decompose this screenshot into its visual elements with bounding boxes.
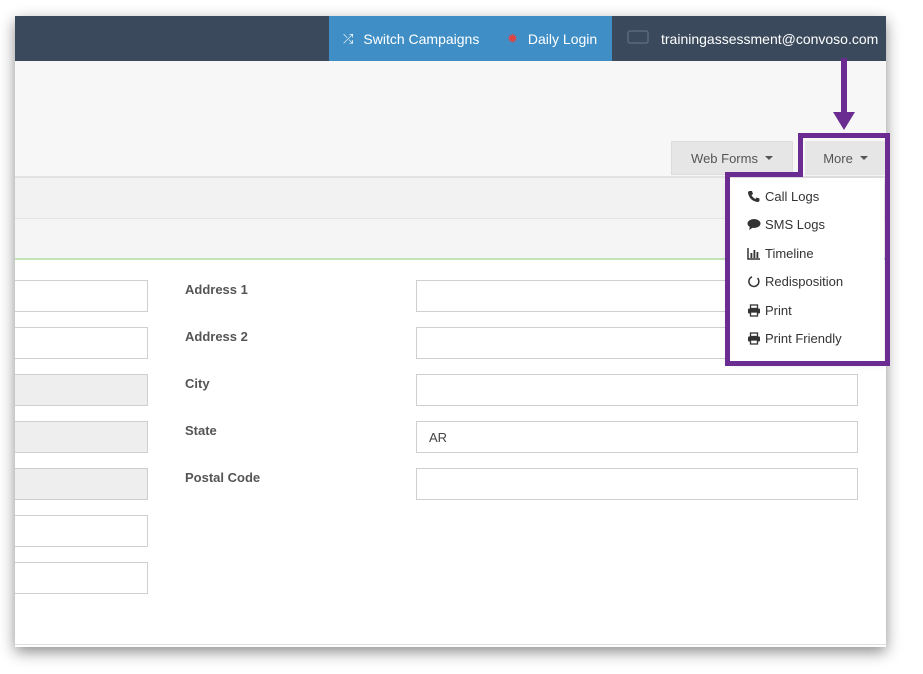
city-label: City	[185, 376, 210, 391]
state-value: AR	[429, 430, 448, 445]
postal-code-label: Postal Code	[185, 470, 261, 485]
left-field-6[interactable]	[15, 515, 148, 547]
left-field-3	[15, 374, 148, 406]
city-input[interactable]	[416, 374, 858, 406]
left-field-2[interactable]	[15, 327, 148, 359]
web-forms-dropdown-button[interactable]: Web Forms	[671, 141, 793, 175]
user-menu[interactable]: trainingassessment@convoso.com	[627, 16, 878, 61]
address2-label: Address 2	[185, 329, 248, 344]
top-navbar: ⤮ Switch Campaigns ✹ Daily Login trainin…	[15, 16, 886, 61]
highlight-more-menu	[725, 172, 890, 366]
annotation-arrow-shaft	[841, 58, 847, 114]
web-forms-label: Web Forms	[691, 150, 758, 166]
gear-icon: ✹	[507, 30, 518, 46]
user-avatar-icon	[627, 30, 649, 47]
left-field-5	[15, 468, 148, 500]
left-field-7[interactable]	[15, 562, 148, 594]
shuffle-icon: ⤮	[343, 30, 354, 46]
left-field-4	[15, 421, 148, 453]
divider	[15, 644, 886, 645]
postal-code-input[interactable]	[416, 468, 858, 500]
user-email: trainingassessment@convoso.com	[661, 30, 879, 47]
highlight-menu-top-edge	[725, 172, 803, 177]
chevron-down-icon	[764, 156, 773, 160]
daily-login-label: Daily Login	[527, 30, 598, 47]
address1-label: Address 1	[185, 282, 248, 297]
daily-login-button[interactable]: ✹ Daily Login	[493, 16, 597, 61]
left-field-1[interactable]	[15, 280, 148, 312]
annotation-arrow-head	[833, 112, 855, 130]
state-input[interactable]: AR	[416, 421, 858, 453]
state-label: State	[185, 423, 217, 438]
highlight-more-button	[798, 133, 890, 177]
switch-campaigns-label: Switch Campaigns	[363, 30, 480, 47]
